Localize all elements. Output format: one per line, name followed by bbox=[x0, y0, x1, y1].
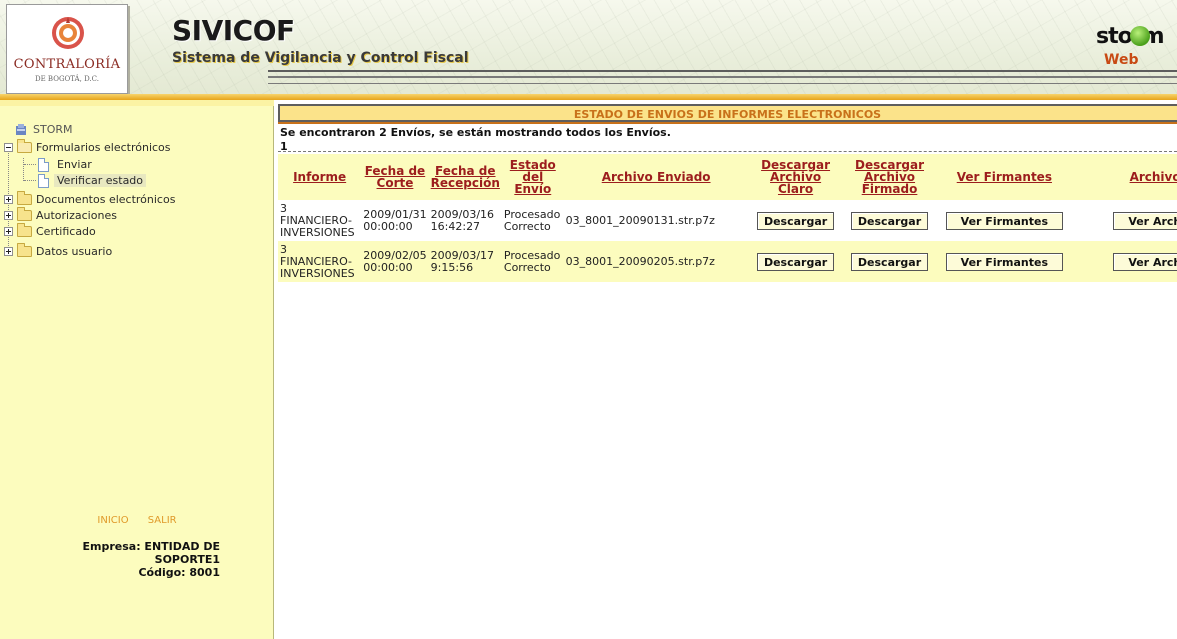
sidebar-top-strip bbox=[0, 100, 274, 106]
tree-item-label: Certificado bbox=[36, 225, 96, 238]
empresa-line1: Empresa: ENTIDAD DE bbox=[82, 540, 221, 553]
cell-btn-claro: Descargar bbox=[748, 200, 843, 241]
empresa-line2: SOPORTE1 bbox=[154, 553, 220, 566]
col-fecha-corte[interactable]: Fecha de Corte bbox=[361, 154, 429, 200]
tree-item-verificar-estado[interactable]: Verificar estado bbox=[0, 173, 200, 189]
tree-item-formularios[interactable]: Formularios electrónicos bbox=[0, 139, 230, 156]
cell-archivo: 03_8001_20090205.str.p7z bbox=[563, 241, 749, 282]
main-content: ESTADO DE ENVIOS DE INFORMES ELECTRONICO… bbox=[278, 104, 1177, 639]
storm-icon bbox=[16, 124, 26, 135]
cell-btn-claro: Descargar bbox=[748, 241, 843, 282]
col-estado[interactable]: Estado del Envío bbox=[501, 154, 564, 200]
col-archivo[interactable]: Archivo bbox=[1072, 154, 1177, 200]
title-underline bbox=[278, 122, 1177, 124]
descargar-claro-button[interactable]: Descargar bbox=[756, 211, 835, 230]
cell-informe: 3 FINANCIERO- INVERSIONES bbox=[278, 200, 362, 241]
tree-item-certificado[interactable]: Certificado bbox=[0, 223, 200, 240]
col-descargar-claro[interactable]: Descargar Archivo Claro bbox=[748, 154, 843, 200]
tree-item-label: Datos usuario bbox=[36, 245, 113, 258]
cell-btn-firmado: Descargar bbox=[842, 241, 937, 282]
expand-icon[interactable] bbox=[4, 195, 13, 204]
col-fecha-recepcion[interactable]: Fecha de Recepción bbox=[428, 154, 502, 200]
contraloria-logo: CONTRALORÍA DE BOGOTÁ, D.C. bbox=[6, 4, 128, 94]
tree-item-label: Verificar estado bbox=[54, 174, 147, 187]
table-row: 3 FINANCIERO- INVERSIONES 2009/02/05 00:00:… bbox=[278, 241, 1177, 282]
sidebar: STORM Formularios electrónicos Enviar Ve… bbox=[0, 100, 274, 639]
cell-fecha-recepcion: 2009/03/16 16:42:27 bbox=[428, 200, 502, 241]
tree-root-label: STORM bbox=[33, 123, 73, 136]
cell-btn-archivo: Ver Archi bbox=[1072, 241, 1177, 282]
ver-archivo-button[interactable]: Ver Archi bbox=[1113, 211, 1177, 230]
col-ver-firmantes[interactable]: Ver Firmantes bbox=[936, 154, 1073, 200]
col-informe[interactable]: Informe bbox=[278, 154, 362, 200]
col-descargar-firmado[interactable]: Descargar Archivo Firmado bbox=[842, 154, 937, 200]
page-icon bbox=[38, 158, 49, 172]
ver-firmantes-button[interactable]: Ver Firmantes bbox=[945, 252, 1063, 271]
folder-icon bbox=[17, 191, 32, 205]
header-banner: CONTRALORÍA DE BOGOTÁ, D.C. SIVICOF Sist… bbox=[0, 0, 1177, 100]
collapse-icon[interactable] bbox=[4, 143, 13, 152]
col-archivo-enviado[interactable]: Archivo Enviado bbox=[563, 154, 749, 200]
header-rule bbox=[268, 70, 1177, 84]
descargar-firmado-button[interactable]: Descargar bbox=[850, 211, 929, 230]
cell-informe: 3 FINANCIERO- INVERSIONES bbox=[278, 241, 362, 282]
cell-btn-firmantes: Ver Firmantes bbox=[936, 200, 1073, 241]
vendor-sub: Web bbox=[1104, 52, 1139, 68]
app-title: SIVICOF bbox=[172, 14, 295, 47]
page-icon bbox=[38, 174, 49, 188]
salir-link[interactable]: SALIR bbox=[148, 515, 177, 526]
tree-item-label: Formularios electrónicos bbox=[36, 141, 171, 154]
ver-archivo-button[interactable]: Ver Archi bbox=[1113, 252, 1177, 271]
expand-icon[interactable] bbox=[4, 227, 13, 236]
table-header-row: Informe Fecha de Corte Fecha de Recepción … bbox=[278, 154, 1177, 200]
ver-firmantes-button[interactable]: Ver Firmantes bbox=[945, 211, 1063, 230]
expand-icon[interactable] bbox=[4, 247, 13, 256]
tree-item-label: Documentos electrónicos bbox=[36, 193, 176, 206]
folder-icon bbox=[17, 223, 32, 237]
cell-btn-firmado: Descargar bbox=[842, 200, 937, 241]
page-title: ESTADO DE ENVIOS DE INFORMES ELECTRONICO… bbox=[573, 108, 882, 121]
envios-table: Informe Fecha de Corte Fecha de Recepción … bbox=[278, 154, 1177, 282]
expand-icon[interactable] bbox=[4, 211, 13, 220]
descargar-firmado-button[interactable]: Descargar bbox=[850, 252, 929, 271]
storm-logo: storm Web bbox=[1096, 24, 1172, 74]
inicio-link[interactable]: INICIO bbox=[97, 515, 128, 526]
org-subtitle: DE BOGOTÁ, D.C. bbox=[34, 75, 99, 83]
folder-open-icon bbox=[17, 139, 32, 153]
sidebar-links: INICIO SALIR bbox=[0, 515, 274, 526]
tree-root-storm[interactable]: STORM bbox=[0, 122, 200, 138]
folder-icon bbox=[17, 243, 32, 257]
folder-icon bbox=[17, 207, 32, 221]
cell-fecha-corte: 2009/02/05 00:00:00 bbox=[361, 241, 429, 282]
cell-btn-firmantes: Ver Firmantes bbox=[936, 241, 1073, 282]
cell-btn-archivo: Ver Archi bbox=[1072, 200, 1177, 241]
cell-fecha-recepcion: 2009/03/17 9:15:56 bbox=[428, 241, 502, 282]
tree-item-label: Autorizaciones bbox=[36, 209, 117, 222]
results-summary: Se encontraron 2 Envíos, se están mostra… bbox=[280, 126, 671, 139]
empresa-info: Empresa: ENTIDAD DE SOPORTE1 Código: 800… bbox=[0, 540, 221, 579]
globe-icon bbox=[1130, 26, 1150, 46]
cell-estado: Procesado Correcto bbox=[501, 241, 564, 282]
divider bbox=[278, 151, 1177, 152]
tree-item-autorizaciones[interactable]: Autorizaciones bbox=[0, 207, 200, 224]
codigo: Código: 8001 bbox=[138, 566, 220, 579]
seal-icon bbox=[52, 17, 84, 49]
cell-fecha-corte: 2009/01/31 00:00:00 bbox=[361, 200, 429, 241]
org-name: CONTRALORÍA bbox=[13, 57, 121, 72]
table-row: 3 FINANCIERO- INVERSIONES 2009/01/31 00:00:… bbox=[278, 200, 1177, 241]
tree-item-documentos[interactable]: Documentos electrónicos bbox=[0, 191, 230, 208]
cell-estado: Procesado Correcto bbox=[501, 200, 564, 241]
tree-item-label: Enviar bbox=[57, 158, 92, 171]
cell-archivo: 03_8001_20090131.str.p7z bbox=[563, 200, 749, 241]
app-window: CONTRALORÍA DE BOGOTÁ, D.C. SIVICOF Sist… bbox=[0, 0, 1177, 639]
tree-item-enviar[interactable]: Enviar bbox=[0, 157, 200, 173]
descargar-claro-button[interactable]: Descargar bbox=[756, 252, 835, 271]
tree-item-datos-usuario[interactable]: Datos usuario bbox=[0, 243, 200, 260]
app-subtitle: Sistema de Vigilancia y Control Fiscal bbox=[172, 50, 469, 66]
